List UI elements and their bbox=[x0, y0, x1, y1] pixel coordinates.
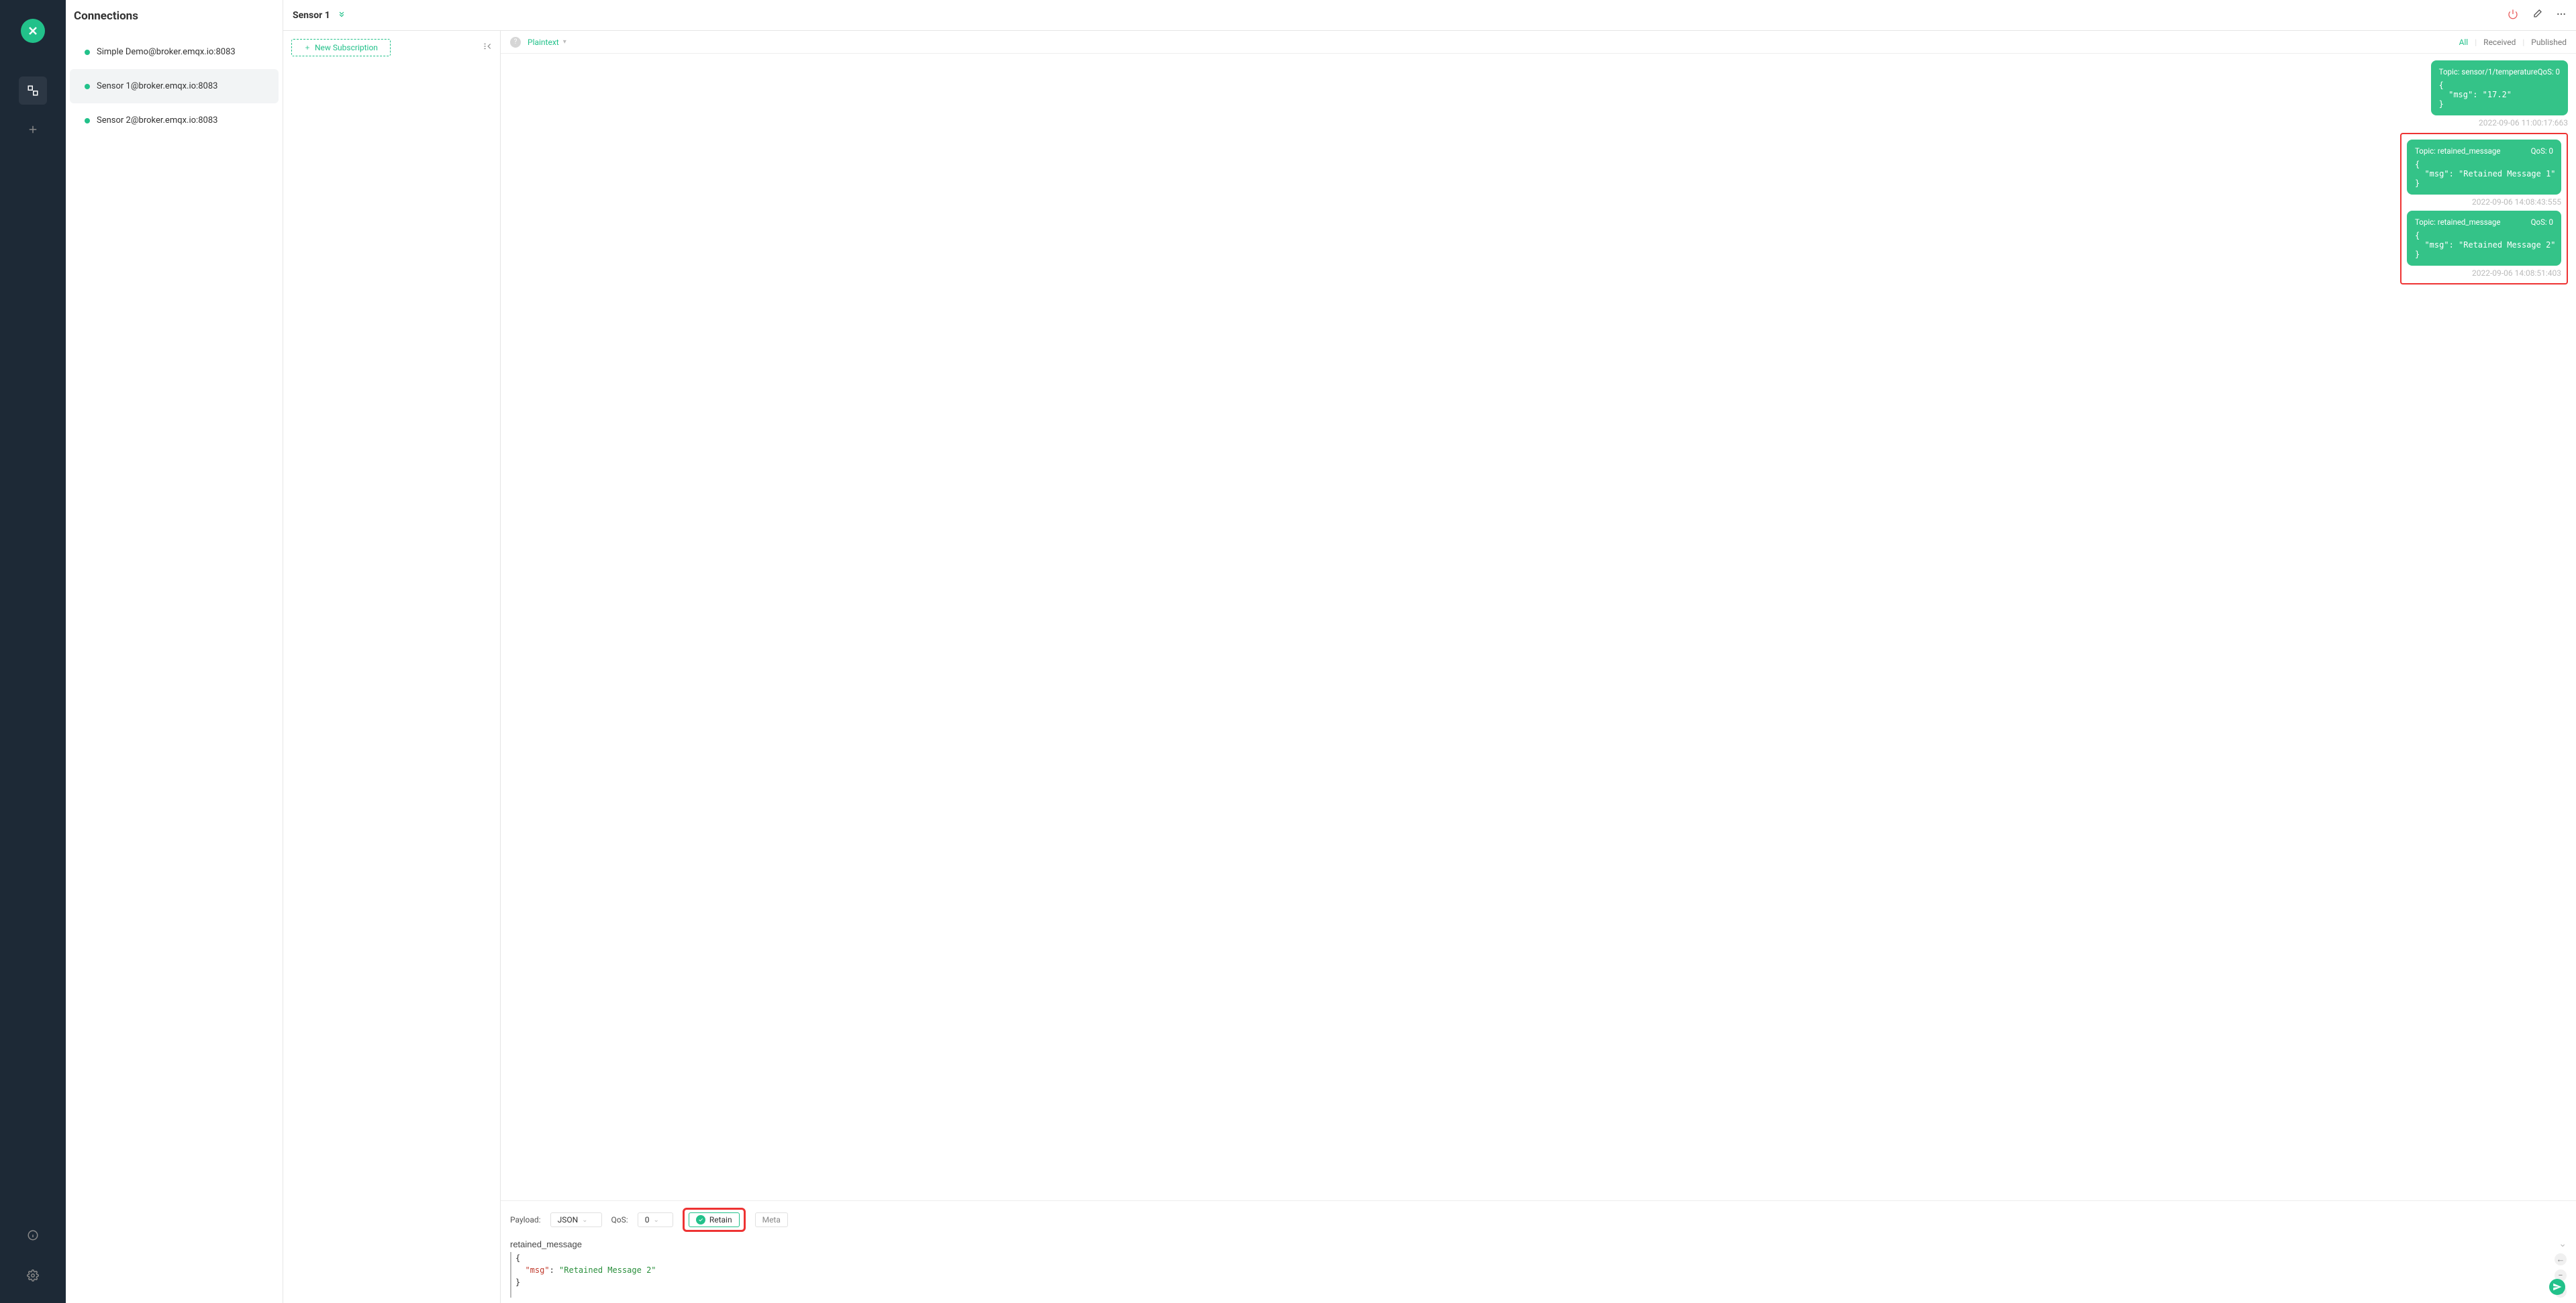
payload-type-select[interactable]: JSON ⌄ bbox=[550, 1212, 602, 1227]
message-qos: QoS: 0 bbox=[2531, 217, 2553, 227]
meta-button[interactable]: Meta bbox=[755, 1212, 788, 1227]
expand-chevron-icon[interactable] bbox=[337, 9, 346, 21]
message-item: Topic: retained_message QoS: 0 { "msg": … bbox=[2407, 211, 2561, 278]
message-topic: Topic: sensor/1/temperature bbox=[2439, 67, 2538, 76]
info-nav-icon[interactable] bbox=[19, 1221, 47, 1249]
filter-received-tab[interactable]: Received bbox=[2483, 38, 2516, 47]
payload-type-value: JSON bbox=[558, 1215, 579, 1224]
connection-item[interactable]: Sensor 2@broker.emqx.io:8083 bbox=[70, 103, 279, 138]
format-value: Plaintext bbox=[528, 38, 559, 47]
filter-published-tab[interactable]: Published bbox=[2531, 38, 2567, 47]
connection-label: Sensor 2@broker.emqx.io:8083 bbox=[97, 115, 217, 125]
qos-value: 0 bbox=[645, 1215, 650, 1224]
message-body: { "msg": "Retained Message 1" } bbox=[2415, 160, 2553, 188]
message-qos: QoS: 0 bbox=[2531, 146, 2553, 156]
page-title: Sensor 1 bbox=[293, 10, 330, 21]
connection-label: Sensor 1@broker.emqx.io:8083 bbox=[97, 81, 217, 91]
check-icon bbox=[696, 1215, 705, 1224]
chevron-down-icon: ⌄ bbox=[582, 1216, 587, 1224]
retain-toggle[interactable]: Retain bbox=[689, 1212, 740, 1227]
filter-all-tab[interactable]: All bbox=[2459, 38, 2469, 47]
topic-input[interactable] bbox=[510, 1239, 2553, 1249]
retain-label: Retain bbox=[709, 1215, 732, 1224]
chevron-down-icon: ▾ bbox=[563, 38, 566, 46]
message-topic: Topic: retained_message bbox=[2415, 146, 2500, 156]
qos-select[interactable]: 0 ⌄ bbox=[638, 1212, 673, 1227]
message-item: Topic: sensor/1/temperature QoS: 0 { "ms… bbox=[2431, 60, 2568, 127]
new-subscription-button[interactable]: New Subscription bbox=[291, 39, 391, 56]
status-dot-icon bbox=[85, 84, 90, 89]
edit-icon[interactable] bbox=[2532, 9, 2542, 22]
add-nav-icon[interactable] bbox=[19, 115, 47, 144]
app-logo bbox=[21, 19, 45, 43]
connection-item[interactable]: Simple Demo@broker.emqx.io:8083 bbox=[70, 35, 279, 69]
more-icon[interactable] bbox=[2556, 9, 2567, 22]
help-icon[interactable]: ? bbox=[510, 37, 521, 48]
disconnect-icon[interactable] bbox=[2508, 9, 2518, 22]
connection-item[interactable]: Sensor 1@broker.emqx.io:8083 bbox=[70, 69, 279, 103]
payload-editor[interactable]: { "msg": "Retained Message 2" } bbox=[510, 1252, 2549, 1298]
message-qos: QoS: 0 bbox=[2538, 67, 2560, 76]
settings-nav-icon[interactable] bbox=[19, 1261, 47, 1290]
message-topic: Topic: retained_message bbox=[2415, 217, 2500, 227]
qos-label: QoS: bbox=[611, 1215, 628, 1224]
new-subscription-label: New Subscription bbox=[315, 43, 378, 52]
status-dot-icon bbox=[85, 118, 90, 123]
message-body: { "msg": "Retained Message 2" } bbox=[2415, 231, 2553, 259]
message-time: 2022-09-06 14:08:43:555 bbox=[2407, 197, 2561, 207]
message-time: 2022-09-06 11:00:17:663 bbox=[2431, 118, 2568, 127]
status-dot-icon bbox=[85, 50, 90, 55]
highlighted-messages: Topic: retained_message QoS: 0 { "msg": … bbox=[2400, 133, 2568, 284]
collapse-subs-icon[interactable] bbox=[483, 42, 492, 54]
chevron-down-icon: ⌄ bbox=[653, 1216, 658, 1224]
connections-nav-icon[interactable] bbox=[19, 76, 47, 105]
chevron-down-icon[interactable]: ⌄ bbox=[2559, 1239, 2567, 1249]
message-time: 2022-09-06 14:08:51:403 bbox=[2407, 268, 2561, 278]
send-button[interactable] bbox=[2549, 1279, 2565, 1295]
connection-label: Simple Demo@broker.emqx.io:8083 bbox=[97, 47, 236, 57]
message-item: Topic: retained_message QoS: 0 { "msg": … bbox=[2407, 140, 2561, 207]
message-body: { "msg": "17.2" } bbox=[2439, 81, 2560, 109]
format-dropdown[interactable]: Plaintext ▾ bbox=[528, 38, 566, 47]
connections-title: Connections bbox=[66, 0, 283, 35]
history-prev-icon[interactable]: ← bbox=[2555, 1253, 2567, 1265]
payload-label: Payload: bbox=[510, 1215, 541, 1224]
retain-highlight: Retain bbox=[683, 1208, 746, 1232]
